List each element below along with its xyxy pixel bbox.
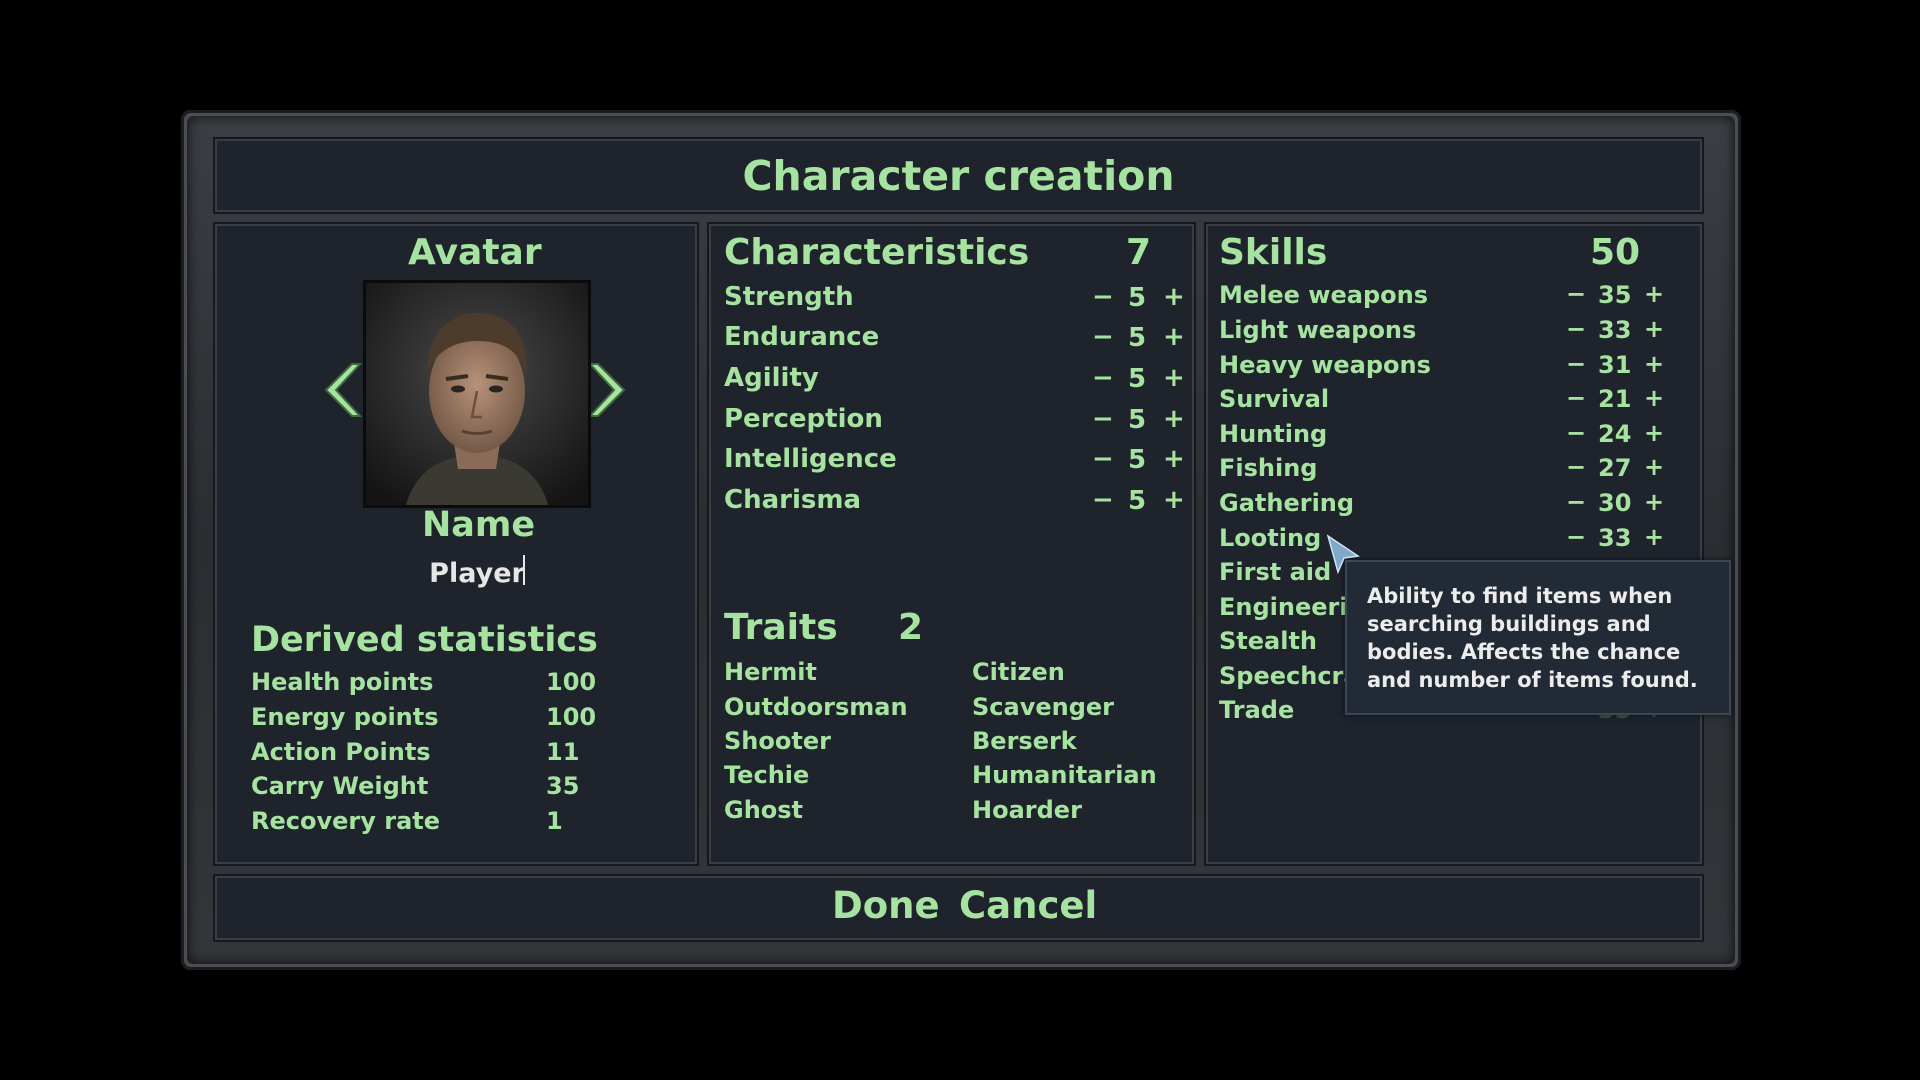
decrease-button[interactable]: − (1566, 280, 1586, 308)
characteristic-value: 5 (1128, 445, 1147, 475)
derived-label: Carry Weight (251, 772, 429, 800)
derived-label: Recovery rate (251, 807, 441, 835)
skill-label: Heavy weapons (1219, 351, 1431, 379)
increase-button[interactable]: + (1644, 280, 1664, 308)
chevron-left-icon[interactable] (322, 362, 362, 418)
skill-value: 24 (1598, 420, 1632, 448)
characteristic-label: Strength (724, 282, 854, 312)
derived-value: 100 (546, 703, 597, 731)
derived-label: Energy points (251, 703, 439, 731)
characteristics-heading: Characteristics (724, 232, 1030, 273)
skill-value: 33 (1598, 316, 1632, 344)
derived-label: Health points (251, 668, 434, 696)
characteristic-value: 5 (1128, 364, 1147, 394)
skill-label: Light weapons (1219, 316, 1417, 344)
skill-value: 33 (1598, 524, 1632, 552)
skill-label: Hunting (1219, 420, 1328, 448)
decrease-button[interactable]: − (1092, 444, 1114, 474)
skill-value: 30 (1598, 489, 1632, 517)
skill-value: 27 (1598, 454, 1632, 482)
trait-option[interactable]: Hoarder (972, 796, 1082, 824)
characteristic-label: Charisma (724, 485, 861, 515)
skill-label: Fishing (1219, 454, 1318, 482)
traits-points: 2 (898, 607, 924, 648)
derived-stats-heading: Derived statistics (251, 620, 598, 660)
characteristic-label: Endurance (724, 322, 880, 352)
skill-label: Trade (1219, 696, 1295, 724)
skill-value: 35 (1598, 281, 1632, 309)
derived-value: 1 (546, 807, 563, 835)
traits-heading: Traits (724, 607, 838, 648)
characteristic-label: Agility (724, 363, 819, 393)
skill-label: Looting (1219, 524, 1322, 552)
increase-button[interactable]: + (1644, 488, 1664, 516)
derived-value: 11 (546, 738, 580, 766)
trait-option[interactable]: Shooter (724, 727, 831, 755)
characteristic-value: 5 (1128, 283, 1147, 313)
decrease-button[interactable]: − (1092, 282, 1114, 312)
derived-value: 100 (546, 668, 597, 696)
decrease-button[interactable]: − (1566, 488, 1586, 516)
text-caret (523, 555, 525, 585)
skill-label: Survival (1219, 385, 1330, 413)
avatar-heading: Avatar (408, 232, 542, 273)
decrease-button[interactable]: − (1092, 404, 1114, 434)
trait-option[interactable]: Hermit (724, 658, 817, 686)
decrease-button[interactable]: − (1566, 384, 1586, 412)
increase-button[interactable]: + (1644, 384, 1664, 412)
characteristic-value: 5 (1128, 486, 1147, 516)
derived-label: Action Points (251, 738, 431, 766)
increase-button[interactable]: + (1644, 315, 1664, 343)
skills-heading: Skills (1219, 232, 1328, 273)
decrease-button[interactable]: − (1092, 322, 1114, 352)
decrease-button[interactable]: − (1566, 315, 1586, 343)
window-title: Character creation (742, 151, 1175, 200)
skill-value: 31 (1598, 351, 1632, 379)
skill-label: Gathering (1219, 489, 1355, 517)
skill-label: Stealth (1219, 627, 1318, 655)
increase-button[interactable]: + (1644, 350, 1664, 378)
decrease-button[interactable]: − (1566, 419, 1586, 447)
mouse-cursor-icon (1326, 534, 1361, 574)
skill-label: First aid (1219, 558, 1332, 586)
increase-button[interactable]: + (1163, 485, 1185, 515)
trait-option[interactable]: Scavenger (972, 693, 1114, 721)
characteristic-label: Intelligence (724, 444, 897, 474)
name-input[interactable] (380, 553, 574, 593)
skills-points: 50 (1590, 232, 1641, 273)
characteristics-points: 7 (1126, 232, 1152, 273)
increase-button[interactable]: + (1163, 363, 1185, 393)
skill-value: 21 (1598, 385, 1632, 413)
trait-option[interactable]: Humanitarian (972, 761, 1157, 789)
trait-option[interactable]: Citizen (972, 658, 1065, 686)
characteristic-value: 5 (1128, 323, 1147, 353)
decrease-button[interactable]: − (1566, 453, 1586, 481)
decrease-button[interactable]: − (1092, 485, 1114, 515)
characteristic-value: 5 (1128, 405, 1147, 435)
skill-label: Melee weapons (1219, 281, 1428, 309)
derived-value: 35 (546, 772, 580, 800)
increase-button[interactable]: + (1163, 404, 1185, 434)
avatar-portrait (363, 280, 591, 508)
increase-button[interactable]: + (1163, 322, 1185, 352)
decrease-button[interactable]: − (1566, 350, 1586, 378)
chevron-right-icon[interactable] (588, 362, 628, 418)
trait-option[interactable]: Techie (724, 761, 809, 789)
title-bar: Character creation (213, 137, 1704, 214)
trait-option[interactable]: Ghost (724, 796, 803, 824)
characteristic-label: Perception (724, 404, 883, 434)
name-heading: Name (422, 505, 536, 545)
increase-button[interactable]: + (1163, 282, 1185, 312)
increase-button[interactable]: + (1644, 523, 1664, 551)
done-button[interactable]: Done (832, 884, 940, 927)
decrease-button[interactable]: − (1092, 363, 1114, 393)
increase-button[interactable]: + (1163, 444, 1185, 474)
trait-option[interactable]: Berserk (972, 727, 1077, 755)
trait-option[interactable]: Outdoorsman (724, 693, 908, 721)
skill-tooltip: Ability to find items when searching bui… (1345, 560, 1731, 715)
decrease-button[interactable]: − (1566, 523, 1586, 551)
increase-button[interactable]: + (1644, 419, 1664, 447)
increase-button[interactable]: + (1644, 453, 1664, 481)
cancel-button[interactable]: Cancel (959, 884, 1097, 927)
